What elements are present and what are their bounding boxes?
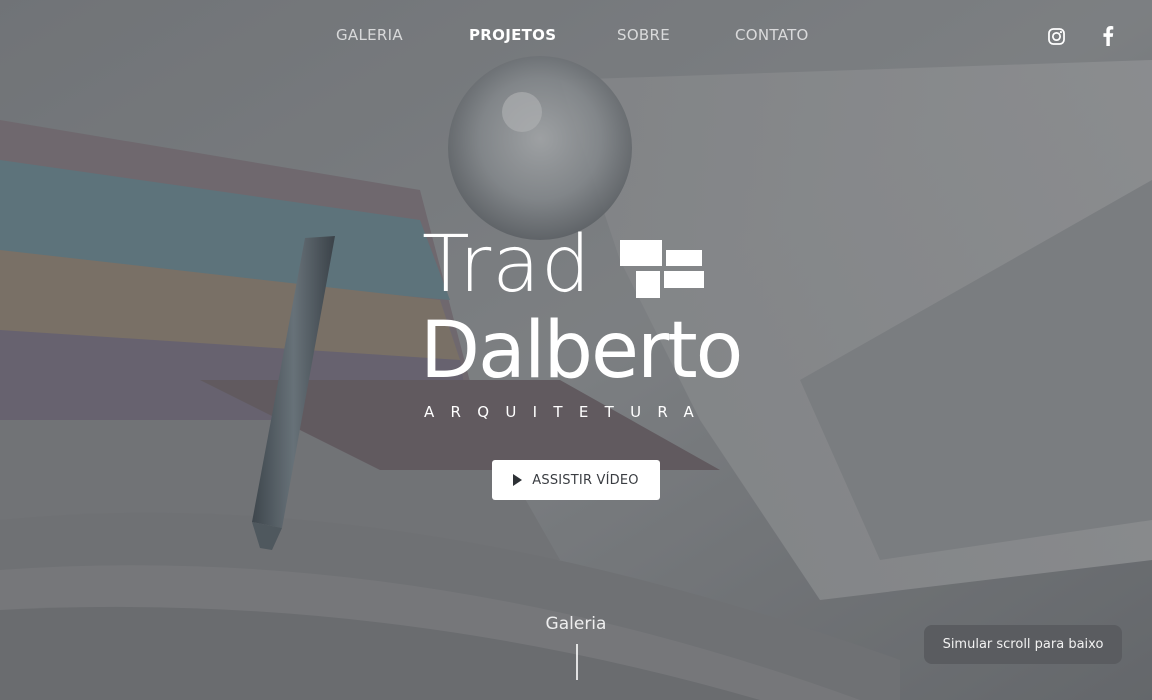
watch-video-label: ASSISTIR VÍDEO [532, 472, 639, 488]
hero-section: GALERIA PROJETOS SOBRE CONTATO Trad Dalb… [0, 0, 1152, 700]
scroll-hint-line [576, 644, 578, 680]
simulate-scroll-button[interactable]: Simular scroll para baixo [924, 625, 1122, 664]
nav-link-contato[interactable]: CONTATO [735, 26, 809, 44]
main-nav: GALERIA PROJETOS SOBRE CONTATO [0, 26, 1152, 48]
nav-link-galeria[interactable]: GALERIA [336, 26, 403, 44]
instagram-icon[interactable] [1046, 26, 1066, 46]
facebook-icon[interactable] [1098, 26, 1118, 46]
logo-line-trad: Trad [422, 220, 592, 310]
logo-blocks-icon [618, 238, 706, 300]
brand-logo: Trad Dalberto ARQUITETURA [420, 226, 743, 422]
nav-link-sobre[interactable]: SOBRE [617, 26, 670, 44]
logo-line-arquitetura: ARQUITETURA [424, 403, 711, 421]
play-icon [513, 474, 523, 486]
watch-video-button[interactable]: ASSISTIR VÍDEO [492, 460, 660, 500]
logo-line-dalberto: Dalberto [420, 306, 743, 396]
nav-link-projetos[interactable]: PROJETOS [469, 26, 556, 44]
simulate-scroll-label: Simular scroll para baixo [942, 637, 1104, 652]
